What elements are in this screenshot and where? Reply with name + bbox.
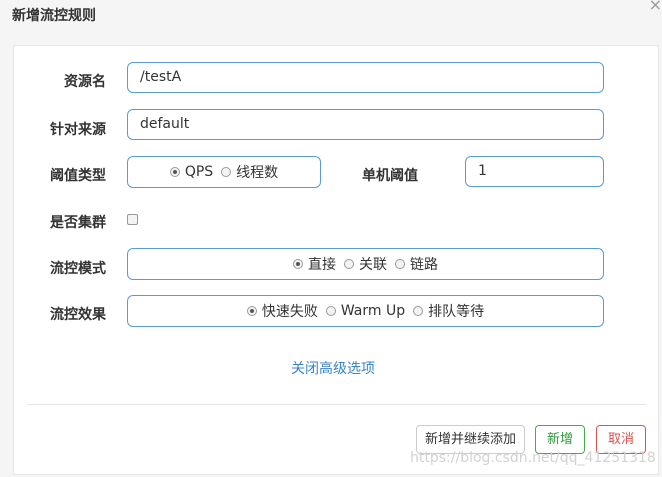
control-effect-label: 流控效果 — [50, 307, 106, 323]
close-icon[interactable]: × — [649, 0, 662, 13]
radio-thread-count-dot — [221, 167, 232, 177]
radio-direct-dot — [293, 259, 303, 269]
radio-thread-count-label: 线程数 — [236, 165, 279, 181]
cluster-checkbox[interactable] — [127, 214, 138, 225]
single-threshold-input[interactable]: 1 — [465, 156, 604, 187]
radio-associate-dot — [344, 259, 354, 269]
resource-label: 资源名 — [64, 74, 106, 90]
radio-qps-dot — [169, 167, 180, 177]
cluster-label: 是否集群 — [50, 215, 106, 231]
radio-direct[interactable]: 直接 — [293, 254, 336, 274]
threshold-type-group: QPS 线程数 — [127, 156, 321, 188]
footer-divider — [27, 404, 646, 405]
radio-direct-label: 直接 — [308, 257, 336, 273]
radio-warm-up-dot — [325, 306, 336, 316]
radio-chain-dot — [395, 259, 405, 269]
control-effect-group: 快速失败 Warm Up 排队等待 — [127, 295, 604, 327]
radio-chain-label: 链路 — [410, 257, 438, 273]
radio-associate-label: 关联 — [359, 257, 387, 273]
radio-fast-fail-label: 快速失败 — [261, 304, 318, 320]
radio-queue[interactable]: 排队等待 — [413, 301, 484, 321]
dialog-title: 新增流控规则 — [12, 8, 96, 24]
radio-qps-label: QPS — [184, 164, 214, 180]
resource-input[interactable]: /testA — [127, 62, 604, 93]
source-input[interactable]: default — [127, 109, 604, 140]
radio-warm-up[interactable]: Warm Up — [325, 303, 406, 319]
radio-queue-dot — [413, 306, 424, 316]
radio-queue-label: 排队等待 — [428, 304, 485, 320]
radio-thread-count[interactable]: 线程数 — [221, 162, 278, 182]
control-mode-label: 流控模式 — [50, 261, 106, 277]
radio-associate[interactable]: 关联 — [344, 254, 387, 274]
single-threshold-label: 单机阈值 — [362, 168, 418, 184]
radio-fast-fail-dot — [246, 306, 257, 316]
radio-chain[interactable]: 链路 — [395, 254, 438, 274]
source-label: 针对来源 — [50, 122, 106, 138]
control-mode-group: 直接 关联 链路 — [127, 248, 604, 280]
threshold-type-label: 阈值类型 — [50, 168, 106, 184]
form-panel: 资源名 /testA 针对来源 default 阈值类型 QPS 线程数 单机阈… — [13, 45, 659, 475]
radio-warm-up-label: Warm Up — [340, 303, 406, 319]
radio-fast-fail[interactable]: 快速失败 — [246, 301, 318, 321]
watermark: https://blog.csdn.net/qq_41251318 — [410, 450, 656, 466]
radio-qps[interactable]: QPS — [169, 164, 214, 180]
close-advanced-link[interactable]: 关闭高级选项 — [291, 358, 375, 378]
